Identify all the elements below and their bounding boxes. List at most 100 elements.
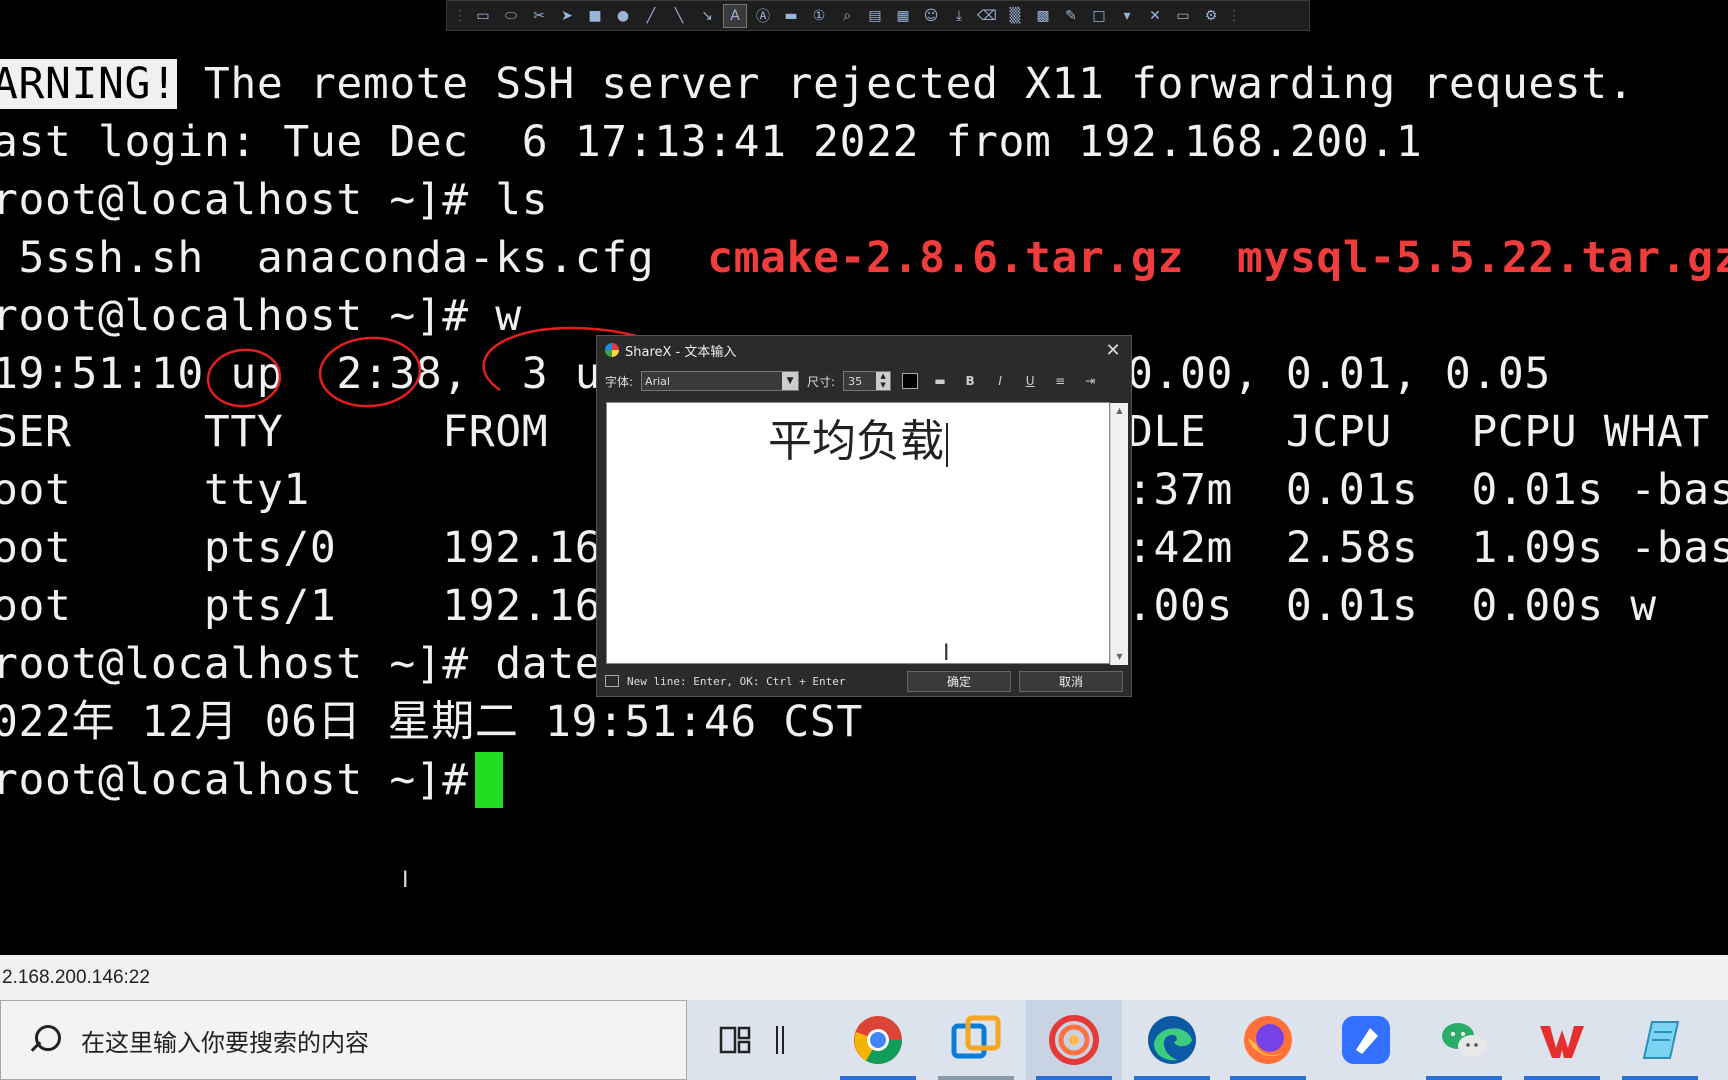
underline-button[interactable]: U	[1019, 370, 1041, 392]
tools-menu-icon[interactable]: ✕	[1143, 4, 1167, 28]
ls-gap	[1184, 233, 1237, 283]
freehand-region-icon[interactable]: ✂	[527, 4, 551, 28]
text-area-scrollbar[interactable]: ▲ ▼	[1110, 403, 1128, 665]
active-indicator	[1426, 1076, 1502, 1080]
rectangle-region-icon[interactable]: ▭	[471, 4, 495, 28]
toolbar-grip-icon[interactable]: ⋮	[453, 8, 467, 24]
app-squares-icon	[951, 1015, 1001, 1059]
dialog-footer: New line: Enter, OK: Ctrl + Enter 确定 取消	[597, 666, 1131, 696]
active-indicator	[1622, 1076, 1698, 1080]
fill-color-icon[interactable]: ▾	[1115, 4, 1139, 28]
terminal-line-pts0-left: oot pts/0 192.168	[0, 523, 628, 573]
size-value: 35	[848, 374, 863, 388]
pixelate-icon[interactable]: ▩	[1031, 4, 1055, 28]
magnify-icon[interactable]: ⌕	[835, 4, 859, 28]
terminal-line-tty1-right: :37m 0.01s 0.01s -bash	[1127, 465, 1728, 515]
font-select[interactable]: Arial ▼	[641, 371, 800, 391]
text-background-icon[interactable]: Ⓐ	[751, 4, 775, 28]
warning-text: The remote SSH server rejected X11 forwa…	[177, 59, 1635, 109]
align-horizontal-icon[interactable]: ≡	[1049, 370, 1071, 392]
terminal-line-header-left: SER TTY FROM	[0, 407, 549, 457]
gradient-button[interactable]: ▬	[929, 370, 951, 392]
chevron-down-icon[interactable]: ▼	[782, 372, 799, 390]
sticker-icon[interactable]: ☺	[919, 4, 943, 28]
terminal-line-last-login: ast login: Tue Dec 6 17:13:41 2022 from …	[0, 117, 1423, 167]
blur-icon[interactable]: ▒	[1003, 4, 1027, 28]
task-view-icon	[719, 1026, 751, 1054]
text-ibeam-cursor-icon: I	[943, 641, 950, 666]
size-stepper[interactable]: 35 ▲ ▼	[843, 371, 892, 391]
chrome-icon	[854, 1016, 902, 1065]
taskbar-edge[interactable]	[1124, 1000, 1220, 1080]
align-vertical-icon[interactable]: ⇥	[1079, 370, 1101, 392]
terminal-line-pts1-left: oot pts/1 192.168	[0, 581, 628, 631]
spin-arrows-icon[interactable]: ▲ ▼	[876, 372, 891, 390]
search-icon	[27, 1023, 61, 1057]
taskbar-firefox[interactable]	[1220, 1000, 1316, 1080]
arrow-draw-icon[interactable]: ↘	[695, 4, 719, 28]
eraser-icon[interactable]: ⌫	[975, 4, 999, 28]
taskbar-search-box[interactable]: 在这里输入你要搜索的内容	[0, 1000, 687, 1080]
taskbar-app-blue[interactable]	[928, 1000, 1024, 1080]
terminal-line-warning: ARNING! The remote SSH server rejected X…	[0, 55, 1634, 113]
ok-button[interactable]: 确定	[907, 670, 1011, 692]
sharex-annotation-toolbar[interactable]: ⋮ ▭ ⬭ ✂ ➤ ■ ● ╱ ╲ ↘ A Ⓐ ▬ ① ⌕ ▤ ▦ ☺ ⤓ ⌫ …	[446, 0, 1310, 31]
line-draw-icon[interactable]: ╲	[667, 4, 691, 28]
ellipse-draw-icon[interactable]: ●	[611, 4, 635, 28]
image-file-icon[interactable]: ▤	[863, 4, 887, 28]
speech-balloon-icon[interactable]: ▬	[779, 4, 803, 28]
freehand-draw-icon[interactable]: ╱	[639, 4, 663, 28]
taskbar-wechat[interactable]	[1416, 1000, 1512, 1080]
sharex-logo-icon	[605, 343, 619, 357]
edge-icon	[1148, 1016, 1196, 1064]
taskbar-chrome[interactable]	[830, 1000, 926, 1080]
terminal-line-ls-cmd: root@localhost ~]# ls	[0, 175, 549, 225]
bold-button[interactable]: B	[959, 370, 981, 392]
windows-taskbar[interactable]: 在这里输入你要搜索的内容	[0, 1000, 1728, 1080]
terminal-line-prompt: root@localhost ~]#	[0, 755, 496, 805]
taskbar-wps[interactable]	[1514, 1000, 1610, 1080]
search-placeholder: 在这里输入你要搜索的内容	[81, 1028, 369, 1057]
dialog-hint: New line: Enter, OK: Ctrl + Enter	[627, 674, 846, 688]
taskbar-separator	[760, 1000, 800, 1080]
cursor-insert-icon[interactable]: ⤓	[947, 4, 971, 28]
settings-gear-icon[interactable]: ⚙	[1199, 4, 1223, 28]
ls-plain-files: 5ssh.sh anaconda-ks.cfg	[0, 233, 708, 283]
step-counter-icon[interactable]: ①	[807, 4, 831, 28]
select-pointer-icon[interactable]: ➤	[555, 4, 579, 28]
image-screen-icon[interactable]: ▦	[891, 4, 915, 28]
text-outline-icon[interactable]: A	[723, 3, 747, 28]
scroll-up-icon[interactable]: ▲	[1111, 403, 1128, 419]
toolbar-grip-end-icon[interactable]: ⋮	[1227, 8, 1241, 24]
firefox-icon	[1244, 1016, 1292, 1064]
cancel-button[interactable]: 取消	[1019, 670, 1123, 692]
terminal-line-tty1-left: oot tty1	[0, 465, 310, 515]
capture-menu-icon[interactable]: ▭	[1171, 4, 1195, 28]
mouse-ibeam-icon: I	[402, 868, 409, 893]
close-icon[interactable]: ✕	[1103, 340, 1123, 361]
border-color-icon[interactable]: □	[1087, 4, 1111, 28]
ssh-status-bar: 2.168.200.146:22	[0, 955, 1728, 1000]
active-indicator	[1230, 1076, 1306, 1080]
active-indicator	[1036, 1076, 1112, 1080]
dialog-options-row: 字体: Arial ▼ 尺寸: 35 ▲ ▼ ▬ B I U ≡ ⇥	[597, 364, 1131, 398]
taskbar-notepad[interactable]	[1612, 1000, 1708, 1080]
taskbar-sharex[interactable]	[1026, 1000, 1122, 1080]
text-input-area[interactable]: 平均负载 I ▲ ▼	[606, 402, 1128, 666]
terminal-line-pts1-right: .00s 0.01s 0.00s w	[1127, 581, 1657, 631]
keyboard-hint-icon	[605, 675, 619, 687]
ls-archive-mysql: mysql-5.5.22.tar.gz	[1236, 233, 1728, 283]
ellipse-region-icon[interactable]: ⬭	[499, 4, 523, 28]
taskbar-feishu[interactable]	[1318, 1000, 1414, 1080]
feishu-icon	[1342, 1016, 1390, 1064]
highlight-icon[interactable]: ✎	[1059, 4, 1083, 28]
active-indicator	[840, 1076, 916, 1080]
connection-address: 2.168.200.146:22	[2, 966, 150, 988]
sharex-text-input-dialog[interactable]: ShareX - 文本输入 ✕ 字体: Arial ▼ 尺寸: 35 ▲ ▼ ▬ …	[596, 335, 1132, 697]
dialog-titlebar[interactable]: ShareX - 文本输入 ✕	[597, 336, 1131, 364]
wechat-icon	[1442, 1023, 1486, 1057]
italic-button[interactable]: I	[989, 370, 1011, 392]
text-color-button[interactable]	[899, 370, 921, 392]
rectangle-draw-icon[interactable]: ■	[583, 4, 607, 28]
scroll-down-icon[interactable]: ▼	[1111, 649, 1128, 665]
